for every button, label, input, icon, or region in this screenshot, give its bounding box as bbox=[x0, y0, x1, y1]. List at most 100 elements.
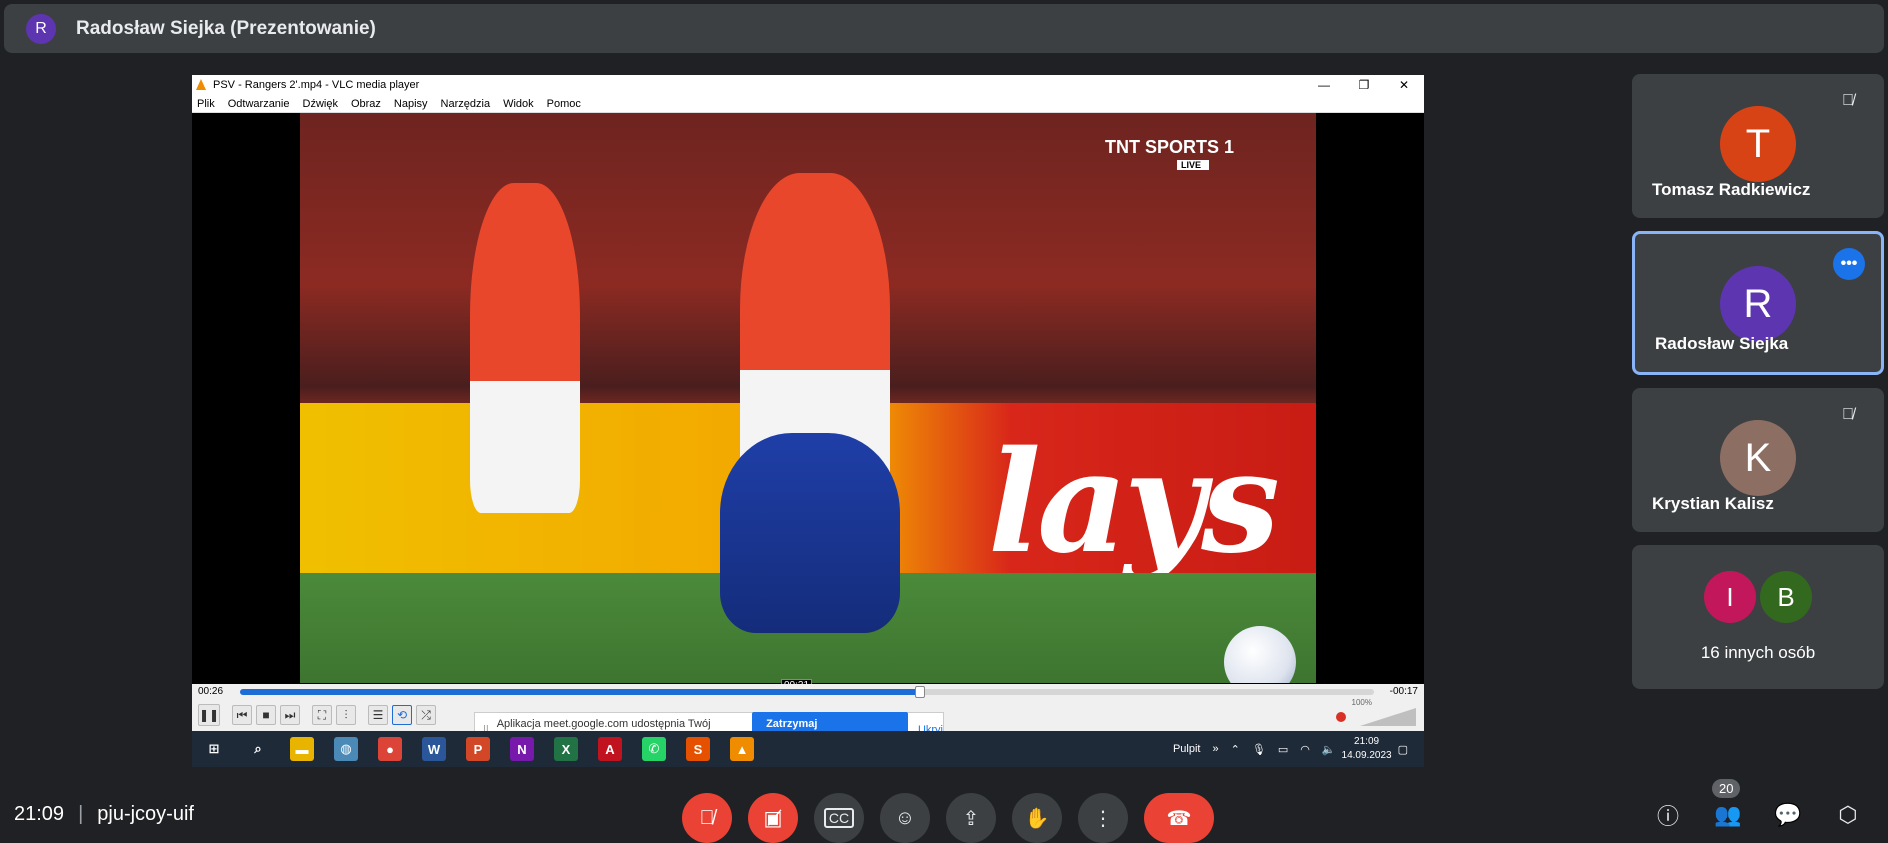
seek-bar[interactable] bbox=[240, 686, 1374, 698]
others-tile[interactable]: I B 16 innych osób bbox=[1632, 545, 1884, 689]
wifi-icon[interactable]: ◠ bbox=[1300, 743, 1310, 756]
restore-icon[interactable]: ❐ bbox=[1344, 75, 1384, 95]
people-count-badge: 20 bbox=[1712, 779, 1741, 798]
desktop-label[interactable]: Pulpit bbox=[1173, 743, 1201, 755]
call-controls: 🎙̸ ▣̸ CC ☺ ⇪ ✋ ⋮ ☎ bbox=[682, 793, 1230, 843]
activities-button[interactable]: ⬡ bbox=[1828, 795, 1868, 835]
taskbar-app-icon[interactable]: N bbox=[510, 737, 534, 761]
time-elapsed: 00:26 bbox=[198, 686, 224, 697]
mic-off-icon: 🎙̸ bbox=[699, 806, 715, 829]
player-figure bbox=[720, 433, 900, 633]
participant-avatar: I bbox=[1704, 571, 1756, 623]
side-panel-controls: ⓘ 20 👥 💬 ⬡ bbox=[1628, 779, 1868, 835]
minimize-icon[interactable]: — bbox=[1304, 75, 1344, 95]
taskbar-app-icon[interactable]: ✆ bbox=[642, 737, 666, 761]
taskbar-app-icon[interactable]: S bbox=[686, 737, 710, 761]
taskbar-clock[interactable]: 21:09 14.09.2023 bbox=[1342, 735, 1392, 763]
people-icon: 👥 bbox=[1714, 802, 1742, 827]
volume-slider[interactable]: 100% bbox=[1336, 698, 1416, 726]
participant-avatar: B bbox=[1760, 571, 1812, 623]
extended-settings-button[interactable]: ⫶ bbox=[336, 705, 356, 725]
raise-hand-button[interactable]: ✋ bbox=[1012, 793, 1062, 843]
hand-icon: ✋ bbox=[1024, 807, 1050, 830]
taskbar-app-icon[interactable]: ⊞ bbox=[202, 737, 226, 761]
more-vert-icon: ⋮ bbox=[1093, 807, 1113, 830]
fullscreen-button[interactable]: ⛶ bbox=[312, 705, 332, 725]
more-options-button[interactable]: ⋮ bbox=[1078, 793, 1128, 843]
video-frame: lays TNT SPORTS 1 LIVE bbox=[300, 113, 1316, 683]
microphone-icon[interactable]: 🎙 bbox=[1252, 743, 1266, 756]
taskbar-app-icon[interactable]: X bbox=[554, 737, 578, 761]
next-button[interactable]: ⏭ bbox=[280, 705, 300, 725]
tray-chevron-icon[interactable]: ⌃ bbox=[1231, 743, 1240, 756]
board-logo: lays bbox=[987, 421, 1280, 585]
seek-handle[interactable] bbox=[915, 686, 926, 698]
present-screen-icon: ⇪ bbox=[962, 807, 980, 830]
taskbar-app-icon[interactable]: ◍ bbox=[334, 737, 358, 761]
menu-plik[interactable]: Plik bbox=[197, 98, 215, 110]
camera-off-icon: ▣̸ bbox=[763, 807, 783, 830]
close-icon[interactable]: ✕ bbox=[1384, 75, 1424, 95]
participant-avatar: K bbox=[1720, 420, 1796, 496]
stop-button[interactable]: ■ bbox=[256, 705, 276, 725]
menu-pomoc[interactable]: Pomoc bbox=[547, 98, 581, 110]
live-badge: LIVE bbox=[1176, 160, 1209, 170]
toolbar-expand-icon[interactable]: » bbox=[1213, 743, 1219, 755]
more-options-icon[interactable]: ••• bbox=[1833, 248, 1865, 280]
taskbar-app-icon[interactable]: ⌕ bbox=[246, 737, 270, 761]
participant-name: Krystian Kalisz bbox=[1652, 494, 1774, 513]
presenter-avatar: R bbox=[26, 13, 56, 44]
taskbar-app-icon[interactable]: W bbox=[422, 737, 446, 761]
meeting-details-button[interactable]: ⓘ bbox=[1648, 795, 1688, 835]
loop-button[interactable]: ⟲ bbox=[392, 705, 412, 725]
leave-call-button[interactable]: ☎ bbox=[1144, 793, 1214, 843]
player-figure bbox=[470, 183, 580, 513]
menu-dzwiek[interactable]: Dźwięk bbox=[303, 98, 338, 110]
camera-off-button[interactable]: ▣̸ bbox=[748, 793, 798, 843]
others-count-label: 16 innych osób bbox=[1700, 643, 1816, 662]
video-area[interactable]: lays TNT SPORTS 1 LIVE 00:21 bbox=[192, 113, 1424, 760]
time-remaining: -00:17 bbox=[1389, 686, 1418, 697]
separator: | bbox=[78, 803, 84, 825]
participant-tile-active[interactable]: R ••• Radosław Siejka bbox=[1632, 231, 1884, 375]
pause-button[interactable]: ❚❚ bbox=[198, 704, 220, 726]
seek-fill bbox=[240, 689, 921, 695]
taskbar-app-icon[interactable]: A bbox=[598, 737, 622, 761]
broadcaster-name: TNT SPORTS 1 bbox=[1104, 137, 1234, 157]
battery-icon[interactable]: ▭ bbox=[1278, 743, 1288, 756]
emoji-icon: ☺ bbox=[894, 806, 916, 829]
chat-icon: 💬 bbox=[1774, 802, 1802, 827]
vlc-menu-bar: Plik Odtwarzanie Dźwięk Obraz Napisy Nar… bbox=[192, 95, 1424, 113]
shuffle-button[interactable]: ⤮ bbox=[416, 705, 436, 725]
chat-button[interactable]: 💬 bbox=[1768, 795, 1808, 835]
present-button[interactable]: ⇪ bbox=[946, 793, 996, 843]
menu-narzedzia[interactable]: Narzędzia bbox=[441, 98, 491, 110]
vlc-cone-icon bbox=[195, 79, 207, 91]
taskbar-app-icon[interactable]: P bbox=[466, 737, 490, 761]
previous-button[interactable]: ⏮ bbox=[232, 705, 252, 725]
playlist-button[interactable]: ☰ bbox=[368, 705, 388, 725]
volume-mute-icon[interactable] bbox=[1336, 712, 1346, 722]
speaker-icon[interactable]: 🔈 bbox=[1322, 743, 1336, 756]
meeting-info: 21:09 | pju-jcoy-uif bbox=[14, 803, 194, 826]
menu-widok[interactable]: Widok bbox=[503, 98, 534, 110]
participant-tile[interactable]: K 🎙̸ Krystian Kalisz bbox=[1632, 388, 1884, 532]
menu-obraz[interactable]: Obraz bbox=[351, 98, 381, 110]
participant-tile[interactable]: T 🎙̸ Tomasz Radkiewicz bbox=[1632, 74, 1884, 218]
vlc-title-bar: PSV - Rangers 2'.mp4 - VLC media player … bbox=[192, 75, 1424, 95]
participant-name: Radosław Siejka bbox=[1655, 334, 1789, 353]
broadcaster-logo: TNT SPORTS 1 LIVE bbox=[1105, 137, 1234, 170]
menu-napisy[interactable]: Napisy bbox=[394, 98, 428, 110]
menu-odtwarzanie[interactable]: Odtwarzanie bbox=[228, 98, 290, 110]
notification-icon[interactable]: ▢ bbox=[1398, 743, 1408, 756]
taskbar-app-icon[interactable]: ▬ bbox=[290, 737, 314, 761]
meeting-code: pju-jcoy-uif bbox=[97, 803, 194, 825]
meeting-time: 21:09 bbox=[14, 803, 65, 825]
mic-off-button[interactable]: 🎙̸ bbox=[682, 793, 732, 843]
taskbar-app-icon[interactable]: ● bbox=[378, 737, 402, 761]
people-button[interactable]: 20 👥 bbox=[1708, 779, 1748, 835]
taskbar-app-icon[interactable]: ▲ bbox=[730, 737, 754, 761]
captions-button[interactable]: CC bbox=[814, 793, 864, 843]
activities-icon: ⬡ bbox=[1838, 802, 1858, 827]
reactions-button[interactable]: ☺ bbox=[880, 793, 930, 843]
